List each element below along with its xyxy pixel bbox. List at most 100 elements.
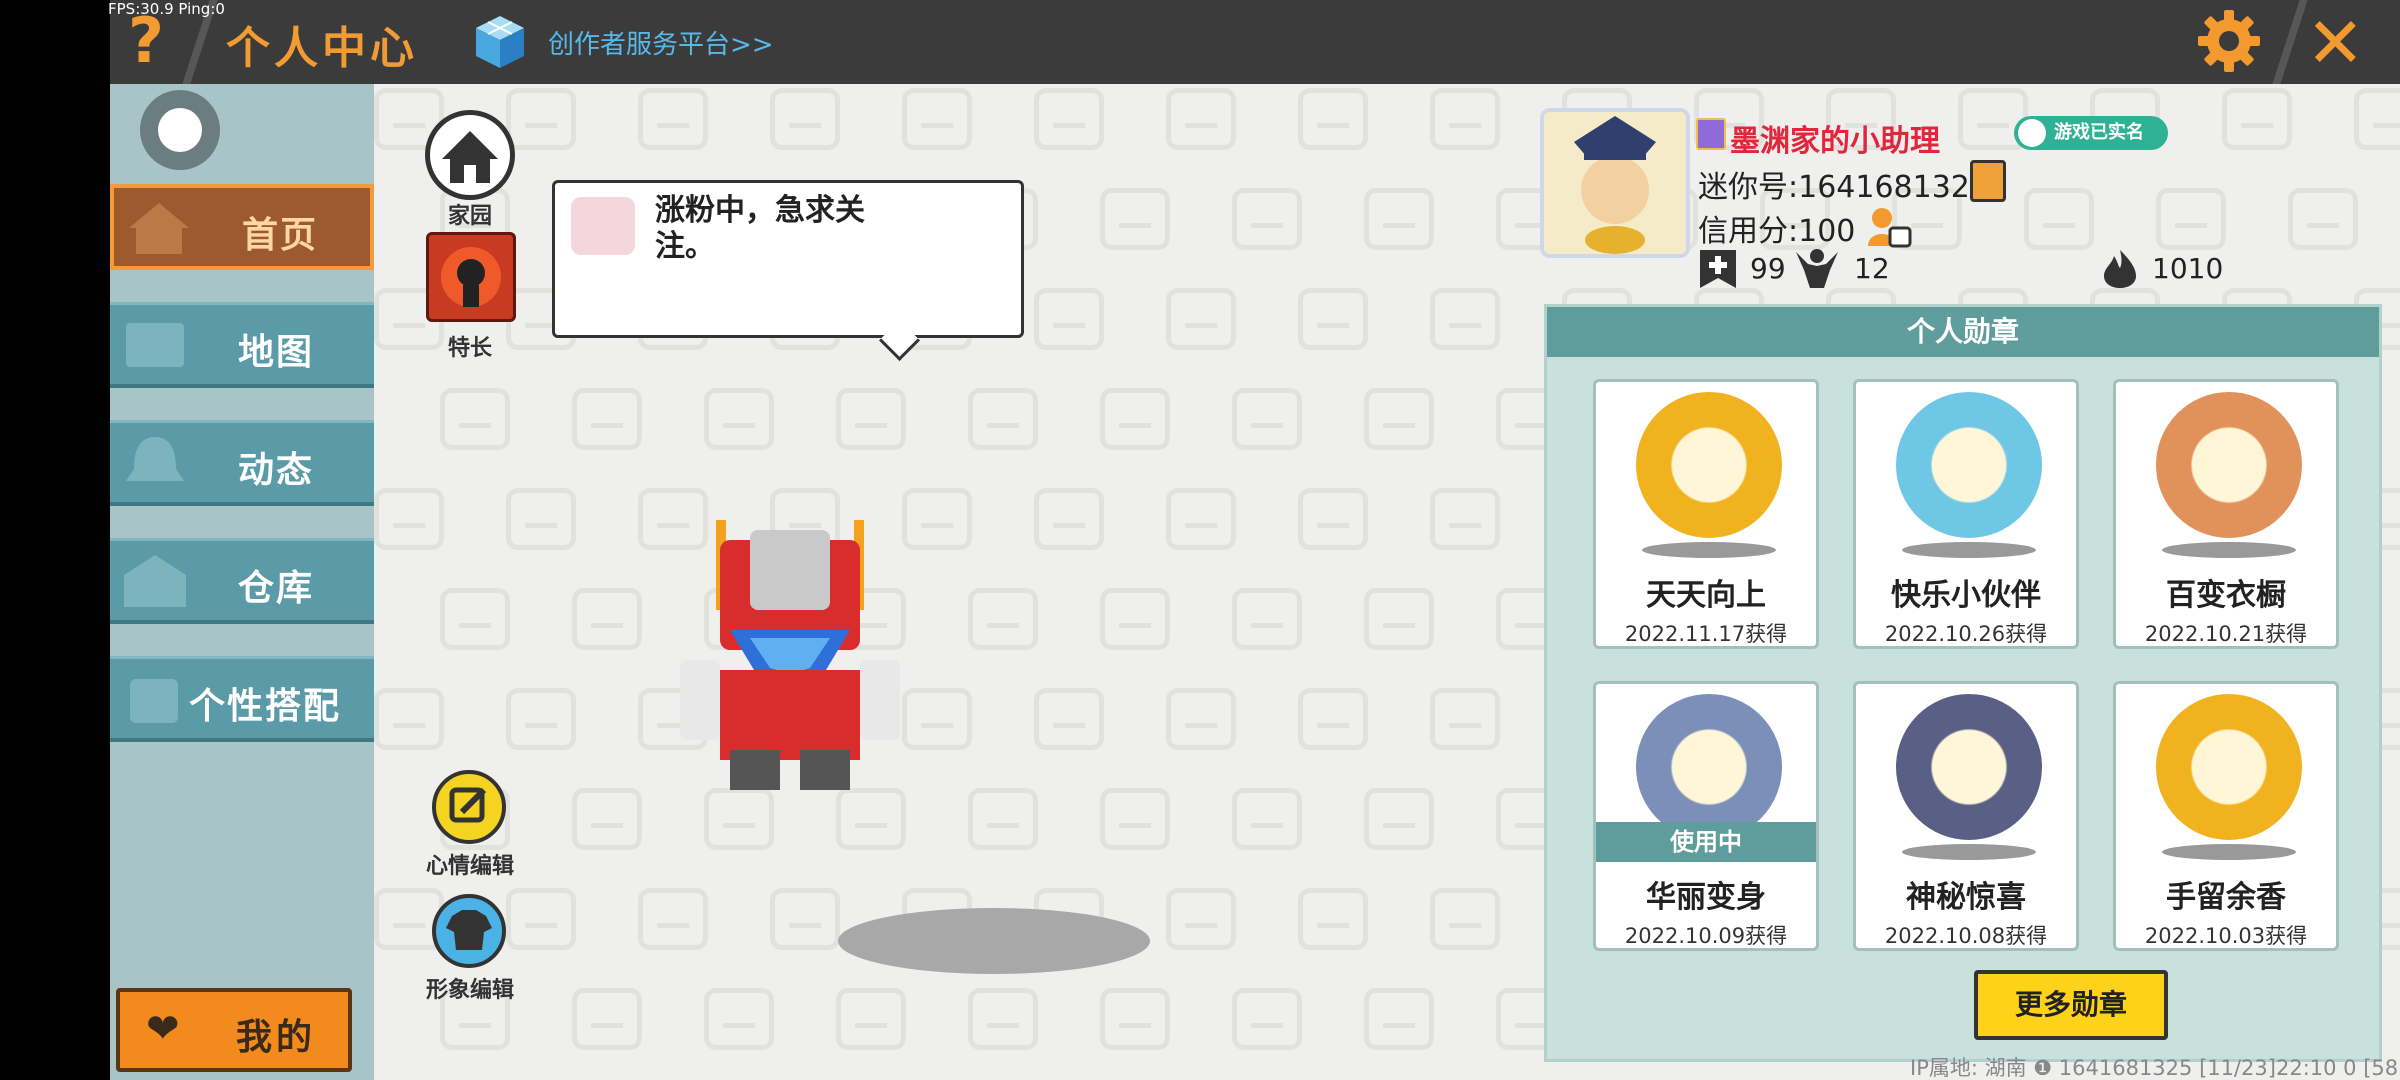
medal-name: 快乐小伙伴 — [1891, 578, 2041, 613]
verified-user-icon — [2018, 119, 2046, 147]
mood-edit-button[interactable] — [432, 770, 506, 844]
skill-button[interactable] — [426, 232, 516, 322]
mini-id: 迷你号:1641681325 — [1698, 170, 1989, 205]
pattern-tile — [1166, 688, 1236, 750]
page-title: 个人中心 — [226, 23, 418, 74]
credit-info-icon[interactable] — [1866, 206, 1912, 248]
pattern-tile — [1034, 488, 1104, 550]
more-medals-button[interactable]: 更多勋章 — [1974, 970, 2168, 1040]
pattern-tile — [1298, 888, 1368, 950]
pattern-tile — [1364, 188, 1434, 250]
avatar[interactable] — [1540, 108, 1690, 258]
medal-name: 华丽变身 — [1646, 880, 1766, 915]
footer-info: IP属地: 湖南 ❶ 1641681325 [11/23]22:10 0 [58… — [1910, 1056, 2400, 1080]
pattern-tile — [506, 688, 576, 750]
pattern-tile — [374, 488, 444, 550]
medal-shadow — [2162, 844, 2296, 860]
vip-badge-icon — [1696, 118, 1726, 150]
pattern-tile — [1034, 88, 1104, 150]
medal-date: 2022.10.03获得 — [2144, 924, 2308, 948]
medal-name: 天天向上 — [1646, 578, 1766, 613]
realname-label: 游戏已实名 — [2054, 122, 2144, 143]
pattern-tile — [1430, 488, 1500, 550]
pattern-tile — [968, 388, 1038, 450]
pattern-tile — [1100, 788, 1170, 850]
fps-readout: FPS:30.9 Ping:0 — [108, 0, 225, 18]
sidebar-item-outfit[interactable]: 个性搭配 — [110, 656, 374, 742]
pattern-tile — [1364, 588, 1434, 650]
heat-count: 1010 — [2152, 252, 2224, 285]
top-bar: ? 个人中心 创作者服务平台>> ✕ — [110, 0, 2400, 84]
medal-card[interactable]: 百变衣橱 2022.10.21获得 — [2113, 379, 2339, 649]
pattern-tile — [2156, 188, 2226, 250]
pattern-tile — [1100, 588, 1170, 650]
medal-card[interactable]: 天天向上 2022.11.17获得 — [1593, 379, 1819, 649]
medal-orb-icon — [2156, 694, 2302, 840]
house-icon — [442, 131, 498, 183]
medal-shadow — [2162, 542, 2296, 558]
medal-date: 2022.11.17获得 — [1624, 622, 1788, 646]
pattern-tile — [968, 788, 1038, 850]
pattern-tile — [1364, 388, 1434, 450]
pattern-tile — [968, 988, 1038, 1050]
pattern-tile — [638, 888, 708, 950]
sidebar-item-warehouse[interactable]: 仓库 — [110, 538, 374, 624]
medal-card[interactable]: 神秘惊喜 2022.10.08获得 — [1853, 681, 2079, 951]
medal-card[interactable]: 使用中 华丽变身 2022.10.09获得 — [1593, 681, 1819, 951]
home-button[interactable] — [425, 110, 515, 200]
pattern-tile — [1430, 688, 1500, 750]
medal-card[interactable]: 手留余香 2022.10.03获得 — [2113, 681, 2339, 951]
medal-orb-icon — [1896, 694, 2042, 840]
credit-score: 信用分:100 — [1698, 214, 1856, 249]
map-icon — [126, 323, 184, 367]
sidebar-item-label: 地图 — [237, 332, 314, 373]
pattern-tile — [2354, 88, 2400, 150]
gear-icon[interactable] — [2196, 8, 2262, 74]
look-edit-label: 形象编辑 — [425, 978, 514, 1003]
pattern-tile — [1298, 288, 1368, 350]
sidebar-item-feed[interactable]: 动态 — [110, 420, 374, 506]
mine-button[interactable]: ❤ 我的 — [116, 988, 352, 1072]
realname-badge: 游戏已实名 — [2014, 116, 2168, 150]
creator-platform-link[interactable]: 创作者服务平台>> — [548, 24, 774, 61]
pattern-tile — [1100, 988, 1170, 1050]
medal-name: 手留余香 — [2166, 880, 2286, 915]
pattern-tile — [506, 888, 576, 950]
toggle-button[interactable] — [140, 90, 220, 170]
pattern-tile — [638, 88, 708, 150]
pattern-tile — [836, 388, 906, 450]
pattern-tile — [1232, 388, 1302, 450]
copy-id-icon[interactable] — [1970, 160, 2006, 202]
medal-date: 2022.10.08获得 — [1884, 924, 2048, 948]
medal-shadow — [1902, 542, 2036, 558]
medal-name: 神秘惊喜 — [1906, 880, 2026, 915]
pattern-tile — [1364, 788, 1434, 850]
pattern-tile — [1232, 788, 1302, 850]
medal-card[interactable]: 快乐小伙伴 2022.10.26获得 — [1853, 379, 2079, 649]
skill-label: 特长 — [447, 336, 492, 361]
like-icon — [1700, 250, 1736, 288]
nickname: 墨渊家的小助理 — [1730, 124, 1940, 159]
pattern-tile — [1298, 488, 1368, 550]
player-character[interactable] — [670, 520, 910, 800]
medal-orb-icon — [1636, 694, 1782, 840]
mood-text: 涨粉中，急求关注。 — [655, 193, 865, 264]
medal-date: 2022.10.21获得 — [2144, 622, 2308, 646]
medal-date: 2022.10.09获得 — [1624, 924, 1788, 948]
pattern-tile — [572, 788, 642, 850]
personal-center-screen: ? 个人中心 创作者服务平台>> ✕ 首页 地图 动态 仓库 个性搭配 ❤ 我的… — [110, 0, 2400, 1080]
pattern-tile — [770, 88, 840, 150]
fans-icon — [1796, 249, 1838, 288]
pattern-tile — [1166, 288, 1236, 350]
medal-date: 2022.10.26获得 — [1884, 622, 2048, 646]
pattern-tile — [1034, 288, 1104, 350]
look-edit-button[interactable] — [432, 894, 506, 968]
pattern-tile — [2288, 188, 2358, 250]
close-icon[interactable]: ✕ — [2306, 2, 2365, 84]
sidebar-item-home[interactable]: 首页 — [110, 184, 374, 270]
pattern-tile — [572, 588, 642, 650]
sidebar-item-map[interactable]: 地图 — [110, 302, 374, 388]
pattern-tile — [1034, 688, 1104, 750]
likes-count: 99 — [1750, 252, 1786, 285]
creator-cube-icon — [476, 16, 524, 68]
